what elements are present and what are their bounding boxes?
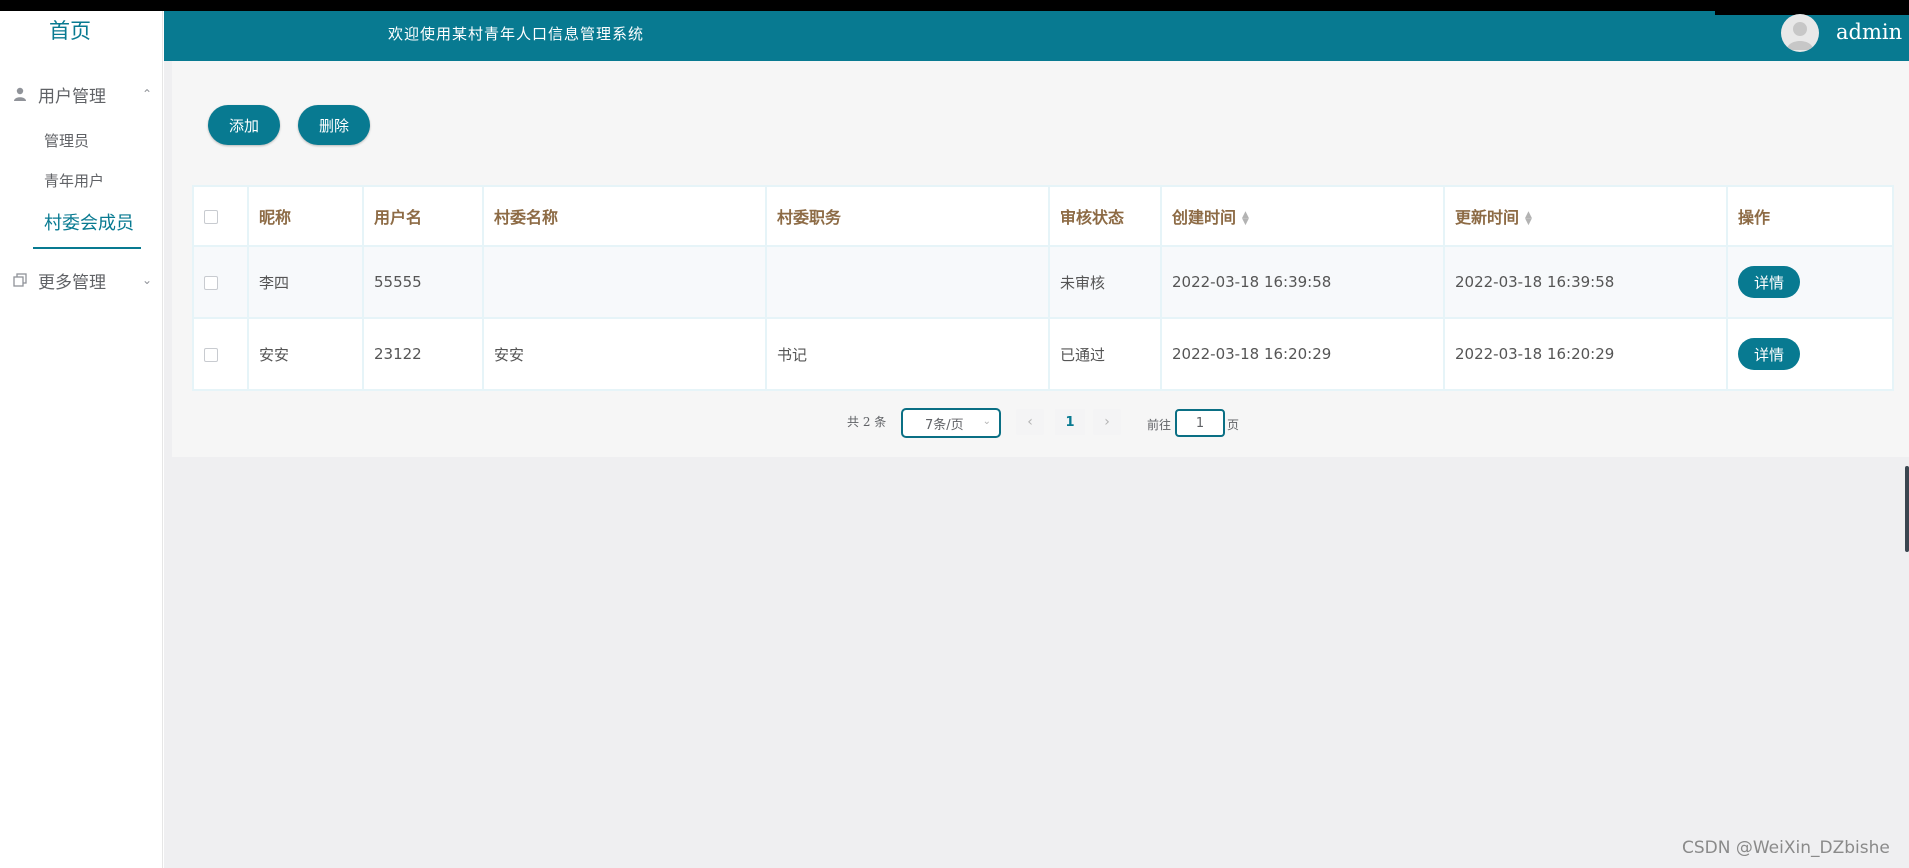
add-button[interactable]: 添加 [208, 105, 280, 145]
column-header-nickname: 昵称 [247, 185, 364, 247]
sidebar-group-user-management[interactable]: 用户管理 ⌃ [12, 79, 152, 109]
column-header-review-status: 审核状态 [1048, 185, 1162, 247]
copy-icon [12, 272, 28, 288]
cell-created-time: 2022-03-18 16:39:58 [1160, 245, 1445, 319]
chevron-up-icon: ⌃ [141, 87, 152, 101]
cell-committee-name: 安安 [482, 317, 767, 391]
sidebar-item-youth-users[interactable]: 青年用户 [44, 170, 104, 191]
column-header-username: 用户名 [362, 185, 484, 247]
row-checkbox[interactable] [204, 275, 218, 290]
next-page-button[interactable]: › [1093, 409, 1121, 435]
cell-username: 23122 [362, 317, 484, 391]
sidebar: 首页 用户管理 ⌃ 管理员 青年用户 村委会成员 更多管理 ⌄ [0, 11, 163, 868]
column-header-actions: 操作 [1726, 185, 1894, 247]
watermark: CSDN @WeiXin_DZbishe [1682, 838, 1890, 858]
avatar-icon [1787, 22, 1813, 50]
goto-page-input[interactable] [1175, 409, 1225, 437]
column-header-created-time[interactable]: 创建时间 ▲ ▼ [1160, 185, 1445, 247]
row-checkbox-cell [192, 317, 249, 391]
cell-review-status: 已通过 [1048, 317, 1162, 391]
cell-committee-position [765, 245, 1050, 319]
user-icon [12, 86, 28, 102]
page-size-select[interactable]: 7条/页 ⌄ [901, 408, 1001, 438]
chevron-down-icon: ⌄ [982, 416, 991, 427]
delete-button[interactable]: 删除 [298, 105, 370, 145]
chevron-down-icon: ⌄ [141, 273, 152, 287]
sidebar-home[interactable]: 首页 [0, 15, 140, 45]
chevron-right-icon: › [1104, 414, 1110, 430]
prev-page-button[interactable]: ‹ [1016, 409, 1044, 435]
sidebar-item-admin[interactable]: 管理员 [44, 130, 89, 151]
cell-review-status: 未审核 [1048, 245, 1162, 319]
select-all-checkbox[interactable] [204, 210, 218, 224]
cell-created-time: 2022-03-18 16:20:29 [1160, 317, 1445, 391]
header-bar: 欢迎使用某村青年人口信息管理系统 admin [164, 11, 1909, 61]
cell-actions: 详情 [1726, 245, 1894, 319]
header-corner-strip [1715, 11, 1909, 15]
chevron-left-icon: ‹ [1027, 414, 1033, 430]
sort-icon[interactable]: ▲ ▼ [1525, 210, 1532, 226]
sort-icon[interactable]: ▲ ▼ [1242, 210, 1249, 226]
pagination-total: 共 2 条 [847, 415, 887, 429]
row-checkbox[interactable] [204, 347, 218, 362]
cell-updated-time: 2022-03-18 16:39:58 [1443, 245, 1728, 319]
cell-committee-position: 书记 [765, 317, 1050, 391]
committee-members-table: 昵称 用户名 村委名称 村委职务 审核状态 创建时间 ▲ ▼ 更新时间 ▲ ▼ 操作 李… [192, 185, 1894, 391]
avatar[interactable] [1781, 14, 1819, 52]
page-number-current[interactable]: 1 [1055, 409, 1085, 435]
cell-username: 55555 [362, 245, 484, 319]
table-header-row: 昵称 用户名 村委名称 村委职务 审核状态 创建时间 ▲ ▼ 更新时间 ▲ ▼ 操作 [192, 185, 1894, 247]
active-item-underline [33, 247, 141, 249]
cell-nickname: 安安 [247, 317, 364, 391]
table-row: 李四 55555 未审核 2022-03-18 16:39:58 2022-03… [192, 245, 1894, 319]
cell-nickname: 李四 [247, 245, 364, 319]
system-title: 欢迎使用某村青年人口信息管理系统 [388, 25, 645, 43]
sidebar-item-committee-members[interactable]: 村委会成员 [44, 209, 134, 235]
table-row: 安安 23122 安安 书记 已通过 2022-03-18 16:20:29 2… [192, 317, 1894, 391]
page-suffix-label: 页 [1227, 418, 1240, 432]
cell-updated-time: 2022-03-18 16:20:29 [1443, 317, 1728, 391]
cell-actions: 详情 [1726, 317, 1894, 391]
column-header-label: 创建时间 [1172, 208, 1237, 227]
username[interactable]: admin [1836, 20, 1902, 44]
sidebar-group-more-management[interactable]: 更多管理 ⌄ [12, 265, 152, 295]
row-checkbox-cell [192, 245, 249, 319]
scrollbar-thumb[interactable] [1905, 466, 1909, 552]
page-size-value: 7条/页 [925, 417, 964, 433]
sidebar-group-label: 更多管理 [38, 272, 106, 293]
goto-label: 前往 [1147, 418, 1172, 432]
select-all-cell [192, 185, 249, 247]
detail-button[interactable]: 详情 [1738, 266, 1800, 298]
sidebar-group-label: 用户管理 [38, 86, 106, 107]
column-header-committee-position: 村委职务 [765, 185, 1050, 247]
column-header-updated-time[interactable]: 更新时间 ▲ ▼ [1443, 185, 1728, 247]
top-black-strip [0, 0, 1909, 11]
column-header-label: 更新时间 [1455, 208, 1520, 227]
column-header-committee-name: 村委名称 [482, 185, 767, 247]
detail-button[interactable]: 详情 [1738, 338, 1800, 370]
cell-committee-name [482, 245, 767, 319]
